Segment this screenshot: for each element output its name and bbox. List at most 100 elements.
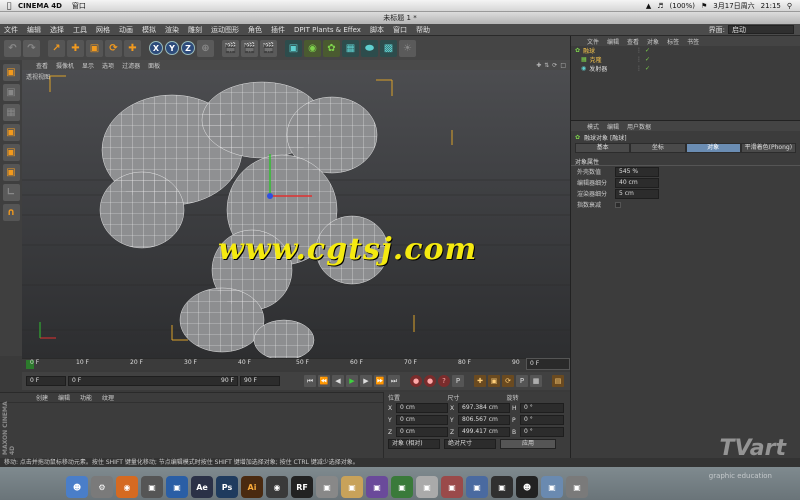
app-icon[interactable]: ▣ bbox=[316, 476, 338, 498]
obj-menu-file[interactable]: 文件 bbox=[587, 37, 599, 46]
key-scale-icon[interactable]: ▣ bbox=[488, 375, 500, 387]
menu-dpit[interactable]: DPIT Plants & Effex bbox=[294, 26, 361, 34]
menu-window[interactable]: 窗口 bbox=[393, 25, 407, 35]
axis-mode-icon[interactable]: ∟ bbox=[2, 184, 20, 201]
apply-button[interactable]: 应用 bbox=[500, 439, 556, 449]
obj-menu-object[interactable]: 对象 bbox=[647, 37, 659, 46]
add-icon[interactable]: ✚ bbox=[124, 39, 141, 57]
mat-menu-edit[interactable]: 编辑 bbox=[58, 393, 70, 402]
app-name-menu[interactable]: CINEMA 4D bbox=[18, 2, 62, 10]
frame-range-slider[interactable]: 0 F 90 F bbox=[68, 376, 238, 386]
cube-icon[interactable]: ▣ bbox=[285, 39, 302, 57]
x-axis-button[interactable]: X bbox=[149, 41, 163, 55]
key-move-icon[interactable]: ✚ bbox=[474, 375, 486, 387]
size-z-field[interactable]: 499.417 cm bbox=[458, 427, 510, 437]
layout-dropdown[interactable]: 启动 bbox=[728, 25, 794, 34]
redo-icon[interactable]: ↷ bbox=[23, 39, 40, 57]
polygons-mode-icon[interactable]: ▣ bbox=[2, 164, 20, 181]
pos-z-field[interactable]: 0 cm bbox=[396, 427, 448, 437]
tab-basic[interactable]: 基本 bbox=[575, 143, 631, 153]
current-frame-field[interactable]: 0 F bbox=[26, 376, 66, 386]
obj-menu-bookmark[interactable]: 书签 bbox=[687, 37, 699, 46]
trash-icon[interactable]: ▣ bbox=[566, 476, 588, 498]
next-frame-icon[interactable]: ▶ bbox=[360, 375, 372, 387]
move-icon[interactable]: ✚ bbox=[67, 39, 84, 57]
object-name[interactable]: 发射器 bbox=[589, 64, 607, 73]
after-effects-icon[interactable]: Ae bbox=[191, 476, 213, 498]
tab-object[interactable]: 对象 bbox=[685, 143, 741, 153]
magnet-icon[interactable]: ∩ bbox=[2, 204, 20, 221]
app-icon[interactable]: ▣ bbox=[166, 476, 188, 498]
folder-icon[interactable]: ▣ bbox=[541, 476, 563, 498]
light-icon[interactable]: ☀ bbox=[399, 39, 416, 57]
object-row[interactable]: ◉ 发射器 ⋮ ✓ bbox=[571, 64, 800, 73]
enabled-check-icon[interactable]: ✓ bbox=[645, 56, 650, 63]
key-rotate-icon[interactable]: ⟳ bbox=[502, 375, 514, 387]
pos-y-field[interactable]: 0 cm bbox=[396, 415, 448, 425]
record-icon[interactable]: ● bbox=[410, 375, 422, 387]
size-x-field[interactable]: 697.384 cm bbox=[458, 403, 510, 413]
menu-tools[interactable]: 工具 bbox=[73, 25, 87, 35]
finder-icon[interactable]: ☻ bbox=[66, 476, 88, 498]
editor-subdivision-field[interactable]: 40 cm bbox=[615, 177, 659, 188]
coord-mode-dropdown[interactable]: 对象 (相对) bbox=[388, 439, 440, 449]
realflow-icon[interactable]: RF bbox=[291, 476, 313, 498]
go-to-start-icon[interactable]: ⏮ bbox=[304, 375, 316, 387]
vp-menu-display[interactable]: 显示 bbox=[82, 61, 94, 70]
menu-file[interactable]: 文件 bbox=[4, 25, 18, 35]
timeline-end-field[interactable]: 0 F bbox=[526, 358, 570, 370]
app-icon[interactable]: ▣ bbox=[391, 476, 413, 498]
date-text[interactable]: 3月17日周六 bbox=[713, 1, 754, 11]
subdivision-icon[interactable]: ◉ bbox=[304, 39, 321, 57]
next-key-icon[interactable]: ⏩ bbox=[374, 375, 386, 387]
go-to-end-icon[interactable]: ⏭ bbox=[388, 375, 400, 387]
key-param-icon[interactable]: P bbox=[516, 375, 528, 387]
attr-menu-userdata[interactable]: 用户数据 bbox=[627, 122, 651, 131]
attr-menu-mode[interactable]: 模式 bbox=[587, 122, 599, 131]
spotlight-icon[interactable]: ⚲ bbox=[787, 2, 792, 10]
launchpad-icon[interactable]: ⚙ bbox=[91, 476, 113, 498]
scale-icon[interactable]: ▣ bbox=[86, 39, 103, 57]
spline-icon[interactable]: ✿ bbox=[323, 39, 340, 57]
max-frame-field[interactable]: 90 F bbox=[240, 376, 280, 386]
size-y-field[interactable]: 806.567 cm bbox=[458, 415, 510, 425]
attr-menu-edit[interactable]: 编辑 bbox=[607, 122, 619, 131]
3d-viewport[interactable]: 透视视图 www.cgtsj.com bbox=[22, 70, 570, 358]
app-icon[interactable]: ▣ bbox=[366, 476, 388, 498]
play-icon[interactable]: ▶ bbox=[346, 375, 358, 387]
photoshop-icon[interactable]: Ps bbox=[216, 476, 238, 498]
make-editable-icon[interactable]: ▣ bbox=[2, 64, 20, 81]
app-icon[interactable]: ▣ bbox=[441, 476, 463, 498]
visibility-dots-icon[interactable]: ⋮ bbox=[636, 56, 642, 63]
live-select-icon[interactable]: ↗ bbox=[48, 39, 65, 57]
menu-help[interactable]: 帮助 bbox=[416, 25, 430, 35]
rot-b-field[interactable]: 0 ° bbox=[520, 427, 564, 437]
auto-key-icon[interactable]: ● bbox=[424, 375, 436, 387]
points-mode-icon[interactable]: ▣ bbox=[2, 124, 20, 141]
object-row[interactable]: ▦ 克隆 ⋮ ✓ bbox=[571, 55, 800, 64]
array-icon[interactable]: ▦ bbox=[342, 39, 359, 57]
timeline-ruler[interactable]: 0 F 10 F 20 F 30 F 40 F 50 F 60 F 70 F 8… bbox=[22, 358, 570, 370]
app-icon[interactable]: ▣ bbox=[466, 476, 488, 498]
tab-coord[interactable]: 坐标 bbox=[630, 143, 686, 153]
rot-h-field[interactable]: 0 ° bbox=[520, 403, 564, 413]
texture-mode-icon[interactable]: ▦ bbox=[2, 104, 20, 121]
coordinate-system-icon[interactable]: ⊕ bbox=[197, 39, 214, 57]
menu-mograph[interactable]: 运动图形 bbox=[211, 25, 239, 35]
obj-menu-tag[interactable]: 标签 bbox=[667, 37, 679, 46]
model-mode-icon[interactable]: ▣ bbox=[2, 84, 20, 101]
render-picture-viewer-icon[interactable]: 🎬 bbox=[241, 39, 258, 57]
app-icon[interactable]: ▣ bbox=[141, 476, 163, 498]
zoom-view-icon[interactable]: ⇅ bbox=[544, 62, 549, 69]
y-axis-button[interactable]: Y bbox=[165, 41, 179, 55]
volume-icon[interactable]: ♬ bbox=[657, 2, 663, 10]
exponential-falloff-checkbox[interactable] bbox=[615, 201, 621, 208]
key-grid-icon[interactable]: ▦ bbox=[530, 375, 542, 387]
pos-x-field[interactable]: 0 cm bbox=[396, 403, 448, 413]
vp-menu-filter[interactable]: 过滤器 bbox=[122, 61, 140, 70]
menu-simulate[interactable]: 模拟 bbox=[142, 25, 156, 35]
object-row[interactable]: ✿ 融球 ⋮ ✓ bbox=[571, 46, 800, 55]
apple-icon[interactable]:  bbox=[0, 1, 18, 10]
app-icon[interactable]: ▣ bbox=[341, 476, 363, 498]
menu-script[interactable]: 脚本 bbox=[370, 25, 384, 35]
